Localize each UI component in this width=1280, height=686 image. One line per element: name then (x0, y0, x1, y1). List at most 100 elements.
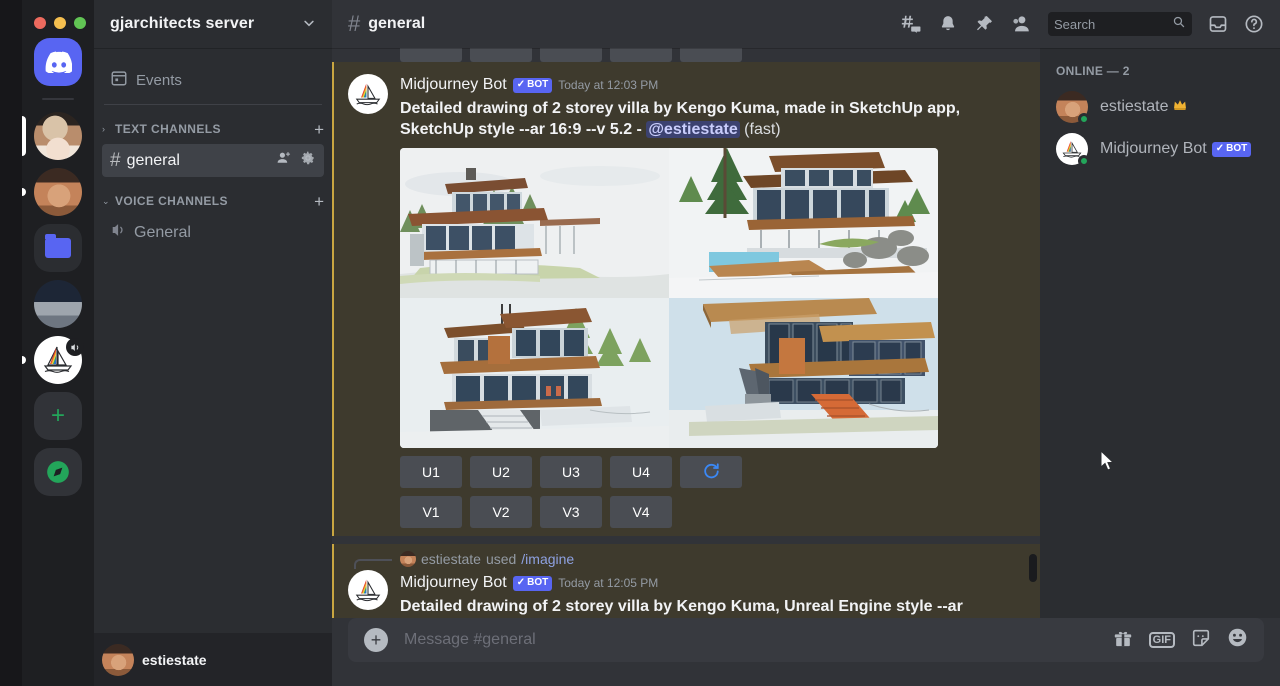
close-window-button[interactable] (34, 17, 46, 29)
midjourney-server-icon[interactable] (34, 336, 84, 384)
server-rail-item-home[interactable] (22, 38, 94, 86)
server-rail-item-photo[interactable] (22, 280, 94, 328)
message-composer[interactable]: + Message #general GIF (348, 618, 1264, 662)
image-quadrant-2[interactable] (669, 148, 938, 298)
zoom-window-button[interactable] (74, 17, 86, 29)
verified-check-icon: ✓ (516, 79, 526, 90)
upscale-3-button[interactable]: U3 (540, 456, 602, 488)
image-quadrant-1[interactable] (400, 148, 669, 298)
message-attachment-image-grid[interactable] (400, 148, 938, 448)
speaker-icon (110, 221, 128, 245)
user-mention[interactable]: @estiestate (646, 121, 740, 138)
server-rail-item-explore[interactable] (22, 448, 94, 496)
add-member-icon[interactable] (276, 150, 292, 171)
reroll-button[interactable] (680, 456, 742, 488)
image-quadrant-3[interactable] (400, 298, 669, 448)
slash-command-link[interactable]: /imagine (521, 551, 574, 567)
sidebar-item-voice-general[interactable]: General (102, 216, 324, 249)
avatar[interactable] (348, 74, 388, 114)
message-scrollbar[interactable] (1029, 48, 1038, 618)
reroll-button-cut[interactable] (680, 48, 742, 62)
category-voice-channels[interactable]: ⌄ VOICE CHANNELS + (94, 187, 332, 215)
members-icon[interactable] (1010, 13, 1032, 35)
server-rail-item-midjourney[interactable] (22, 336, 94, 384)
scrollbar-thumb[interactable] (1029, 554, 1037, 582)
server-rail-item-folder[interactable] (22, 224, 94, 272)
server-avatar[interactable] (34, 280, 82, 328)
unread-server-indicator (22, 356, 26, 364)
composer-actions: GIF (1113, 627, 1248, 653)
member-list-item-estiestate[interactable]: estiestate (1056, 86, 1272, 128)
server-rail-item-person-1[interactable] (22, 112, 94, 160)
sailboat-icon (355, 579, 381, 602)
message-author[interactable]: Midjourney Bot (400, 572, 507, 594)
server-avatar[interactable] (34, 112, 82, 160)
gear-icon[interactable] (300, 150, 316, 171)
compass-icon (47, 461, 69, 483)
variation-3-button[interactable]: V3 (540, 496, 602, 528)
member-list-item-midjourney-bot[interactable]: Midjourney Bot ✓ BOT (1056, 128, 1272, 170)
inbox-icon[interactable] (1208, 14, 1228, 34)
upscale-button-cut[interactable] (470, 48, 532, 62)
minimize-window-button[interactable] (54, 17, 66, 29)
help-icon[interactable] (1244, 14, 1264, 34)
upscale-button-cut[interactable] (610, 48, 672, 62)
bot-label: BOT (1226, 143, 1248, 154)
search-input[interactable]: Search (1048, 12, 1192, 36)
explore-servers-button[interactable] (34, 448, 82, 496)
avatar[interactable] (1056, 133, 1090, 167)
unread-server-indicator (22, 188, 26, 196)
sticker-icon[interactable] (1191, 628, 1211, 653)
add-server-button[interactable]: + (34, 392, 82, 440)
message-input[interactable]: Message #general (404, 631, 1097, 649)
server-rail-item-add[interactable]: + (22, 392, 94, 440)
chevron-right-icon[interactable]: › (102, 124, 112, 134)
message: Midjourney Bot ✓ BOT Today at 12:03 PM De… (332, 62, 1040, 536)
channel-header: # general Search (332, 0, 1280, 48)
bell-icon[interactable] (938, 14, 958, 34)
server-avatar[interactable] (34, 168, 82, 216)
sidebar-item-events[interactable]: Events (102, 64, 324, 96)
member-name: estiestate (1100, 98, 1187, 116)
emoji-icon[interactable] (1227, 627, 1248, 653)
upscale-button-cut[interactable] (400, 48, 462, 62)
category-text-channels[interactable]: › TEXT CHANNELS + (94, 115, 332, 143)
avatar[interactable] (102, 643, 134, 676)
chevron-down-icon[interactable]: ⌄ (102, 196, 112, 207)
upscale-1-button[interactable]: U1 (400, 456, 462, 488)
threads-icon[interactable] (900, 13, 922, 35)
hash-icon: # (110, 149, 121, 171)
upscale-2-button[interactable]: U2 (470, 456, 532, 488)
pin-icon[interactable] (974, 14, 994, 34)
user-panel[interactable]: estiestate (94, 633, 332, 686)
message-reply-reference[interactable]: estiestate used /imagine (354, 550, 992, 569)
action-row-variation: V1 V2 V3 V4 (400, 496, 992, 528)
current-user-name: estiestate (142, 651, 207, 668)
variation-1-button[interactable]: V1 (400, 496, 462, 528)
discord-home-icon[interactable] (34, 38, 82, 86)
variation-4-button[interactable]: V4 (610, 496, 672, 528)
message-list[interactable]: Midjourney Bot ✓ BOT Today at 12:03 PM De… (332, 48, 1040, 618)
create-text-channel-button[interactable]: + (314, 121, 324, 138)
server-header[interactable]: gjarchitects server (94, 0, 332, 48)
sidebar-item-general[interactable]: # general (102, 144, 324, 177)
online-status-icon (1078, 155, 1090, 167)
reply-user-name[interactable]: estiestate (421, 551, 481, 567)
upscale-button-cut[interactable] (540, 48, 602, 62)
chevron-down-icon[interactable] (302, 16, 316, 33)
message-author[interactable]: Midjourney Bot (400, 74, 507, 96)
upscale-4-button[interactable]: U4 (610, 456, 672, 488)
message-timestamp: Today at 12:03 PM (558, 78, 659, 92)
gif-icon[interactable]: GIF (1148, 632, 1175, 648)
server-folder-icon[interactable] (34, 224, 82, 272)
variation-2-button[interactable]: V2 (470, 496, 532, 528)
chat-and-members: Midjourney Bot ✓ BOT Today at 12:03 PM De… (332, 48, 1280, 618)
create-voice-channel-button[interactable]: + (314, 193, 324, 210)
gift-icon[interactable] (1113, 628, 1133, 653)
calendar-icon (110, 69, 128, 91)
attach-file-button[interactable]: + (364, 628, 388, 652)
server-rail-item-person-2[interactable] (22, 168, 94, 216)
avatar[interactable] (348, 570, 388, 610)
image-quadrant-4[interactable] (669, 298, 938, 448)
avatar[interactable] (1056, 91, 1090, 125)
